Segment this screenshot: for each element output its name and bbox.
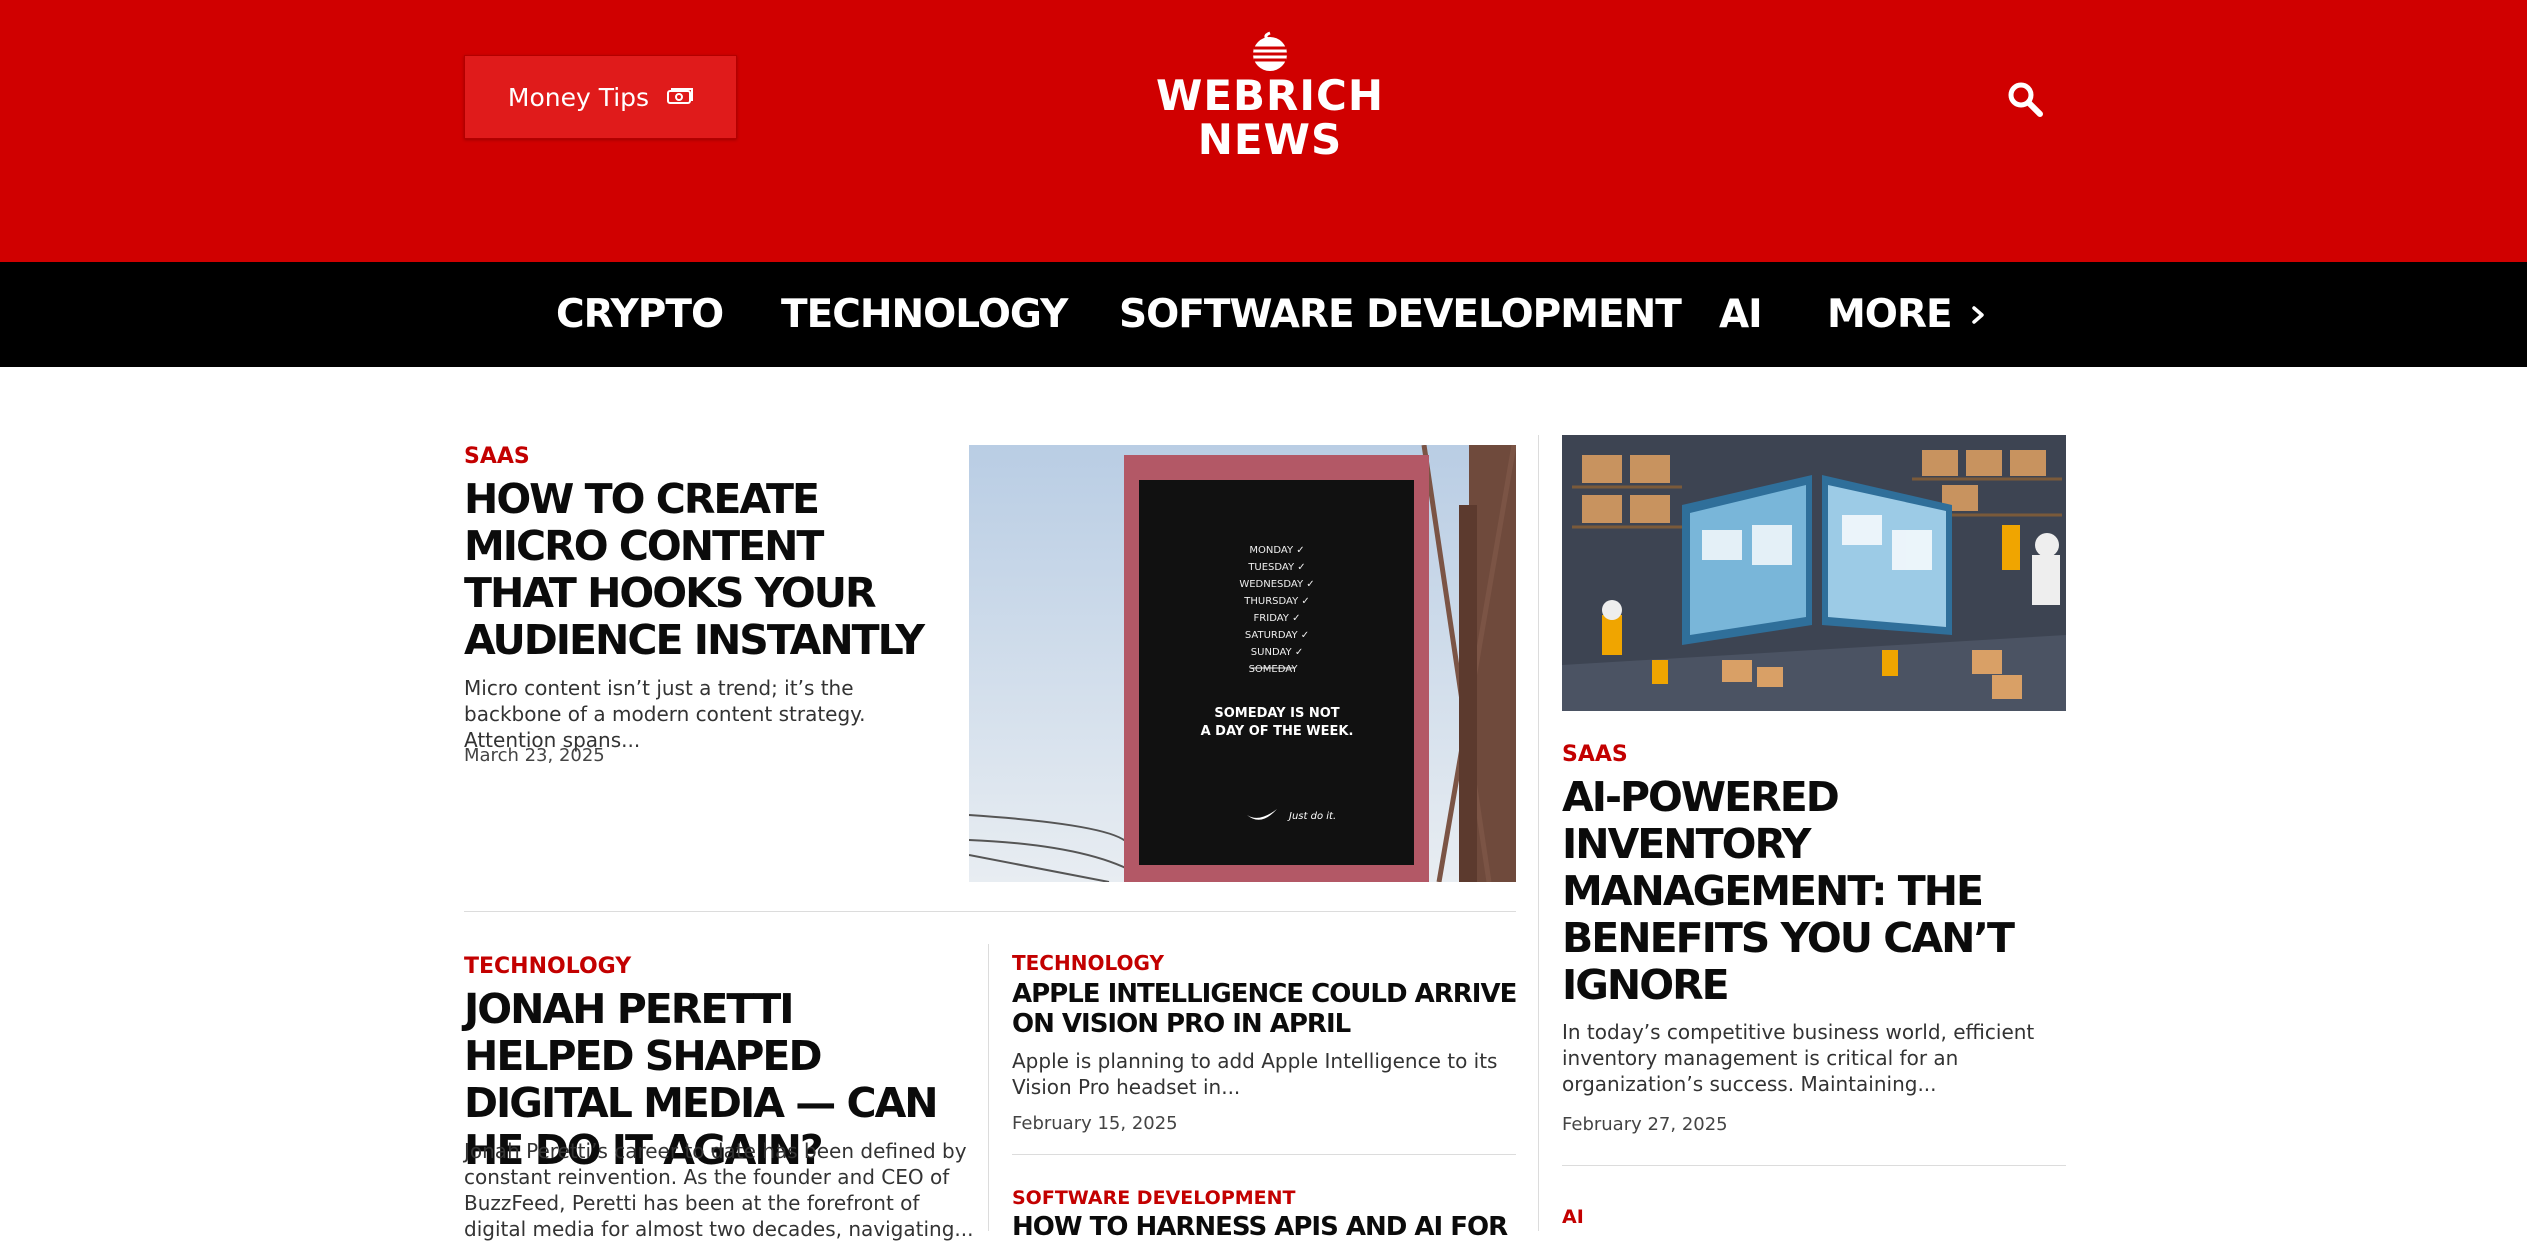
logo-line-2: NEWS xyxy=(1197,115,1343,164)
billboard-day: SUNDAY ✓ xyxy=(1251,647,1303,658)
featured-title[interactable]: HOW TO CREATE MICRO CONTENT THAT HOOKS Y… xyxy=(464,476,934,664)
money-tips-label: Money Tips xyxy=(507,82,650,112)
billboard-tagline: SOMEDAY IS NOT xyxy=(1214,706,1339,721)
chevron-right-icon xyxy=(1971,305,1984,324)
nav-item-software-development[interactable]: SOFTWARE DEVELOPMENT xyxy=(1119,262,1682,367)
featured-excerpt: Micro content isn’t just a trend; it’s t… xyxy=(464,676,866,752)
divider xyxy=(1538,435,1539,1231)
globe-logo-icon xyxy=(1253,31,1287,71)
billboard-image: MONDAY ✓ TUESDAY ✓ WEDNESDAY ✓ THURSDAY … xyxy=(969,445,1516,882)
nav-more-label: MORE xyxy=(1827,292,1953,337)
billboard-day: SOMEDAY xyxy=(1249,664,1299,675)
logo-line-1: WEBRICH xyxy=(1156,71,1384,120)
nav-item-ai[interactable]: AI xyxy=(1719,262,1763,367)
sidebar-excerpt: In today’s competitive business world, e… xyxy=(1562,1020,2035,1096)
divider xyxy=(1012,1154,1516,1155)
site-logo[interactable]: WEBRICH NEWS xyxy=(1155,30,1385,165)
fourth-category[interactable]: SOFTWARE DEVELOPMENT xyxy=(1012,1187,1296,1209)
warehouse-image xyxy=(1562,435,2066,711)
money-tips-button[interactable]: Money Tips xyxy=(464,55,737,139)
billboard-day: TUESDAY ✓ xyxy=(1247,562,1305,573)
second-category[interactable]: TECHNOLOGY xyxy=(464,954,631,979)
featured-category[interactable]: SAAS xyxy=(464,444,530,469)
divider xyxy=(988,944,989,1231)
third-category[interactable]: TECHNOLOGY xyxy=(1012,951,1164,975)
sidebar-date: February 27, 2025 xyxy=(1562,1114,1728,1135)
billboard-day: FRIDAY ✓ xyxy=(1254,613,1301,624)
search-icon xyxy=(2008,82,2043,117)
third-title[interactable]: APPLE INTELLIGENCE COULD ARRIVE ON VISIO… xyxy=(1012,979,1517,1039)
billboard-day: SATURDAY ✓ xyxy=(1245,630,1309,641)
search-button[interactable] xyxy=(2004,78,2046,120)
billboard-tagline: A DAY OF THE WEEK. xyxy=(1201,724,1354,739)
billboard-day: THURSDAY ✓ xyxy=(1243,596,1310,607)
sidebar-title[interactable]: AI-POWERED INVENTORY MANAGEMENT: THE BEN… xyxy=(1562,774,2022,1009)
third-excerpt: Apple is planning to add Apple Intellige… xyxy=(1012,1049,1498,1099)
nav-item-crypto[interactable]: CRYPTO xyxy=(556,262,724,367)
main-nav: CRYPTO TECHNOLOGY SOFTWARE DEVELOPMENT A… xyxy=(0,262,2527,367)
second-excerpt: Jonah Peretti’s career to date has been … xyxy=(464,1139,974,1241)
billboard-slogan: Just do it. xyxy=(1287,811,1336,822)
sidebar-next-category[interactable]: AI xyxy=(1562,1206,1584,1228)
billboard-day: WEDNESDAY ✓ xyxy=(1239,579,1314,590)
sidebar-category[interactable]: SAAS xyxy=(1562,742,1628,767)
featured-image[interactable]: MONDAY ✓ TUESDAY ✓ WEDNESDAY ✓ THURSDAY … xyxy=(969,445,1516,882)
featured-date: March 23, 2025 xyxy=(464,745,605,766)
nav-item-more[interactable]: MORE xyxy=(1827,262,1988,367)
sidebar-image[interactable] xyxy=(1562,435,2066,711)
nav-item-technology[interactable]: TECHNOLOGY xyxy=(781,262,1068,367)
site-header: Money Tips WEBRICH NEWS xyxy=(0,0,2527,262)
cash-icon xyxy=(667,88,694,104)
divider xyxy=(464,911,1516,912)
fourth-title[interactable]: HOW TO HARNESS APIS AND AI FOR xyxy=(1012,1212,1517,1242)
billboard-day: MONDAY ✓ xyxy=(1249,545,1304,556)
third-date: February 15, 2025 xyxy=(1012,1113,1178,1134)
divider xyxy=(1562,1165,2066,1166)
